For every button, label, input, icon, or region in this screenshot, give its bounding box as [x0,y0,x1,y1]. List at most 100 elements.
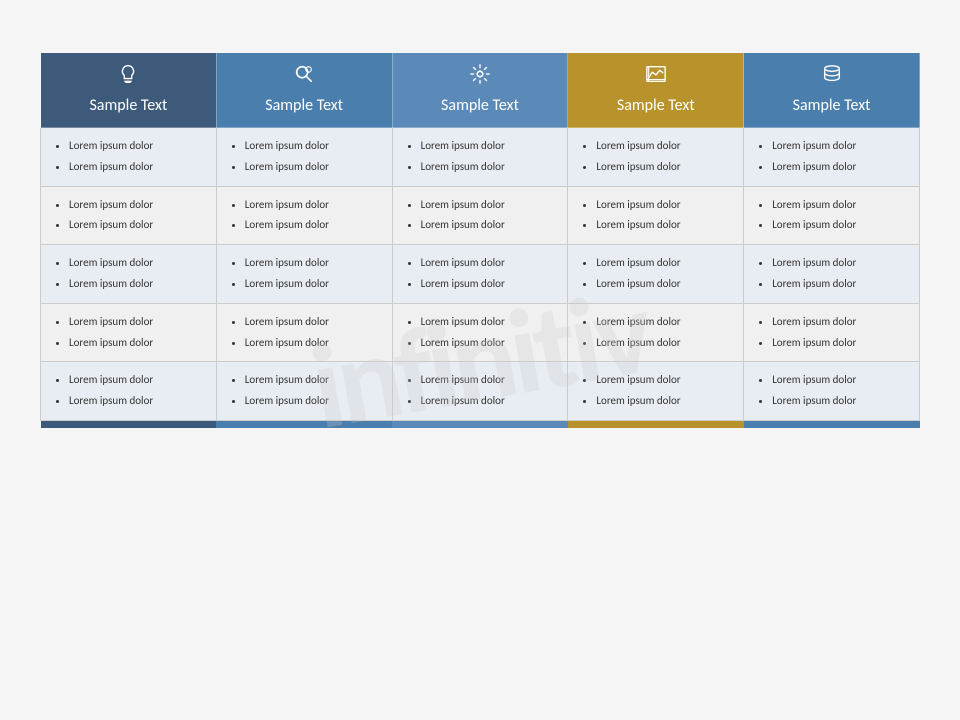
data-cell-r3-c3: Lorem ipsum dolorLorem ipsum dolor [392,245,568,304]
list-item: Lorem ipsum dolor [245,253,382,273]
list-item: Lorem ipsum dolor [69,391,206,411]
data-cell-r1-c4: Lorem ipsum dolorLorem ipsum dolor [568,128,744,187]
list-item: Lorem ipsum dolor [421,195,558,215]
table-row: Lorem ipsum dolorLorem ipsum dolorLorem … [41,245,920,304]
data-cell-r5-c2: Lorem ipsum dolorLorem ipsum dolor [216,362,392,421]
header-cell-4: Sample Text [568,53,744,128]
list-item: Lorem ipsum dolor [421,215,558,235]
chart-icon [576,63,735,91]
data-cell-r5-c4: Lorem ipsum dolorLorem ipsum dolor [568,362,744,421]
list-item: Lorem ipsum dolor [596,136,733,156]
search-settings-icon [225,63,384,91]
data-cell-r4-c5: Lorem ipsum dolorLorem ipsum dolor [744,303,920,362]
footer-cell-1 [41,420,217,428]
header-label-5: Sample Text [793,96,871,115]
list-item: Lorem ipsum dolor [421,312,558,332]
header-cell-3: Sample Text [392,53,568,128]
footer-cell-5 [744,420,920,428]
list-item: Lorem ipsum dolor [245,370,382,390]
list-item: Lorem ipsum dolor [245,215,382,235]
header-cell-5: Sample Text [744,53,920,128]
data-cell-r4-c1: Lorem ipsum dolorLorem ipsum dolor [41,303,217,362]
list-item: Lorem ipsum dolor [245,312,382,332]
list-item: Lorem ipsum dolor [245,195,382,215]
table-row: Lorem ipsum dolorLorem ipsum dolorLorem … [41,362,920,421]
list-item: Lorem ipsum dolor [772,312,909,332]
header-label-3: Sample Text [441,96,519,115]
list-item: Lorem ipsum dolor [69,157,206,177]
data-cell-r3-c4: Lorem ipsum dolorLorem ipsum dolor [568,245,744,304]
list-item: Lorem ipsum dolor [69,253,206,273]
database-icon [752,63,911,91]
list-item: Lorem ipsum dolor [596,157,733,177]
list-item: Lorem ipsum dolor [596,312,733,332]
data-cell-r3-c1: Lorem ipsum dolorLorem ipsum dolor [41,245,217,304]
data-cell-r3-c5: Lorem ipsum dolorLorem ipsum dolor [744,245,920,304]
list-item: Lorem ipsum dolor [596,391,733,411]
list-item: Lorem ipsum dolor [772,274,909,294]
list-item: Lorem ipsum dolor [772,333,909,353]
header-cell-2: Sample Text [216,53,392,128]
list-item: Lorem ipsum dolor [245,333,382,353]
data-cell-r4-c3: Lorem ipsum dolorLorem ipsum dolor [392,303,568,362]
data-cell-r1-c3: Lorem ipsum dolorLorem ipsum dolor [392,128,568,187]
header-row: Sample Text Sample Text Sample Text Samp… [41,53,920,128]
data-cell-r3-c2: Lorem ipsum dolorLorem ipsum dolor [216,245,392,304]
list-item: Lorem ipsum dolor [421,157,558,177]
list-item: Lorem ipsum dolor [772,391,909,411]
header-cell-1: Sample Text [41,53,217,128]
data-cell-r5-c3: Lorem ipsum dolorLorem ipsum dolor [392,362,568,421]
list-item: Lorem ipsum dolor [421,391,558,411]
table-row: Lorem ipsum dolorLorem ipsum dolorLorem … [41,128,920,187]
data-cell-r1-c1: Lorem ipsum dolorLorem ipsum dolor [41,128,217,187]
data-cell-r1-c2: Lorem ipsum dolorLorem ipsum dolor [216,128,392,187]
table-row: Lorem ipsum dolorLorem ipsum dolorLorem … [41,186,920,245]
list-item: Lorem ipsum dolor [421,136,558,156]
header-label-4: Sample Text [617,96,695,115]
main-table: Sample Text Sample Text Sample Text Samp… [40,52,920,428]
list-item: Lorem ipsum dolor [69,274,206,294]
list-item: Lorem ipsum dolor [245,157,382,177]
list-item: Lorem ipsum dolor [69,195,206,215]
list-item: Lorem ipsum dolor [421,370,558,390]
list-item: Lorem ipsum dolor [772,136,909,156]
footer-row [41,420,920,428]
data-cell-r4-c2: Lorem ipsum dolorLorem ipsum dolor [216,303,392,362]
header-label-2: Sample Text [265,96,343,115]
list-item: Lorem ipsum dolor [69,312,206,332]
slide-container: infinitiv Sample Text Sample Text Sample… [0,0,960,720]
list-item: Lorem ipsum dolor [772,215,909,235]
footer-cell-2 [216,420,392,428]
list-item: Lorem ipsum dolor [772,195,909,215]
list-item: Lorem ipsum dolor [69,215,206,235]
list-item: Lorem ipsum dolor [772,157,909,177]
list-item: Lorem ipsum dolor [772,253,909,273]
data-cell-r5-c5: Lorem ipsum dolorLorem ipsum dolor [744,362,920,421]
table-row: Lorem ipsum dolorLorem ipsum dolorLorem … [41,303,920,362]
list-item: Lorem ipsum dolor [245,136,382,156]
footer-cell-3 [392,420,568,428]
list-item: Lorem ipsum dolor [596,333,733,353]
list-item: Lorem ipsum dolor [245,391,382,411]
list-item: Lorem ipsum dolor [421,253,558,273]
data-cell-r2-c5: Lorem ipsum dolorLorem ipsum dolor [744,186,920,245]
list-item: Lorem ipsum dolor [596,274,733,294]
list-item: Lorem ipsum dolor [69,136,206,156]
list-item: Lorem ipsum dolor [772,370,909,390]
footer-cell-4 [568,420,744,428]
data-cell-r2-c2: Lorem ipsum dolorLorem ipsum dolor [216,186,392,245]
list-item: Lorem ipsum dolor [596,215,733,235]
lightbulb-icon [49,63,208,91]
data-cell-r2-c1: Lorem ipsum dolorLorem ipsum dolor [41,186,217,245]
list-item: Lorem ipsum dolor [421,333,558,353]
list-item: Lorem ipsum dolor [69,370,206,390]
list-item: Lorem ipsum dolor [69,333,206,353]
data-cell-r1-c5: Lorem ipsum dolorLorem ipsum dolor [744,128,920,187]
settings-icon [401,63,560,91]
header-label-1: Sample Text [89,96,167,115]
list-item: Lorem ipsum dolor [245,274,382,294]
data-cell-r5-c1: Lorem ipsum dolorLorem ipsum dolor [41,362,217,421]
list-item: Lorem ipsum dolor [596,253,733,273]
list-item: Lorem ipsum dolor [421,274,558,294]
data-cell-r2-c3: Lorem ipsum dolorLorem ipsum dolor [392,186,568,245]
